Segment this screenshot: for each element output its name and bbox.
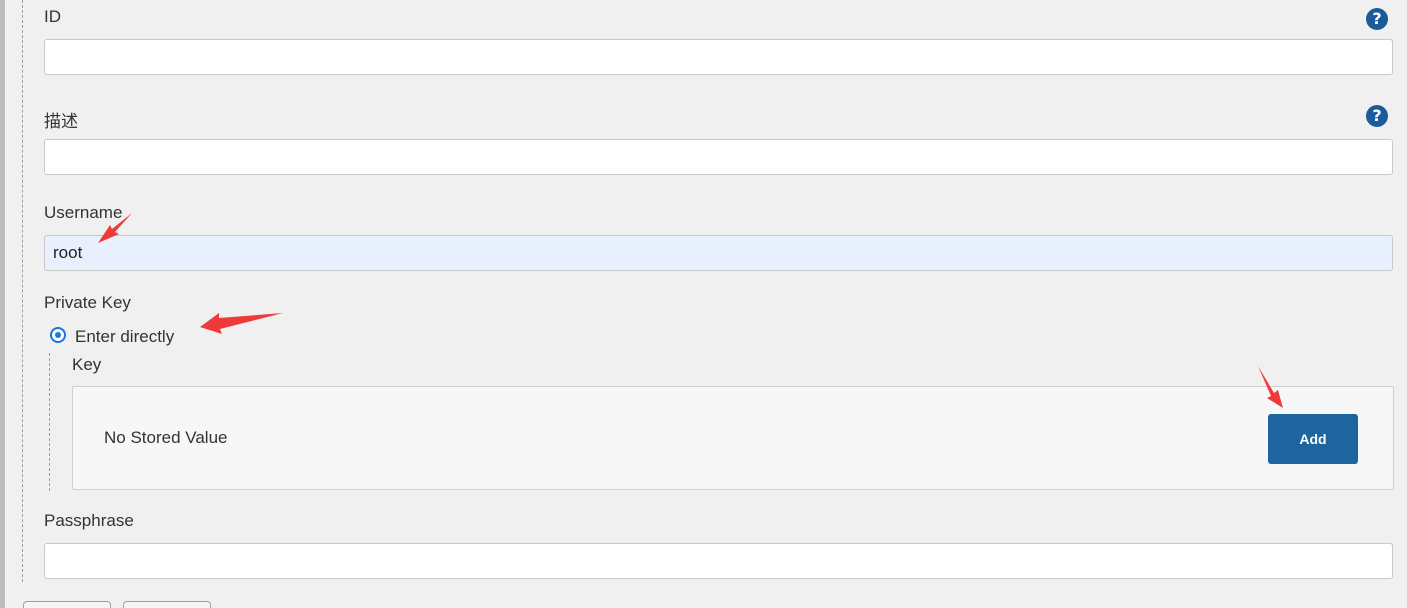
username-input[interactable] — [44, 235, 1393, 271]
description-input[interactable] — [44, 139, 1393, 175]
bottom-button-1[interactable] — [23, 601, 111, 608]
private-key-label: Private Key — [44, 293, 131, 312]
id-help-icon[interactable]: ? — [1366, 8, 1388, 30]
key-guide-line — [49, 353, 50, 491]
section-guide-line — [22, 0, 23, 582]
description-label: 描述 — [44, 112, 78, 131]
key-panel: No Stored Value Add — [72, 386, 1394, 490]
radio-selected-dot — [55, 332, 61, 338]
left-border — [0, 0, 5, 608]
red-arrow-icon — [200, 313, 283, 334]
enter-directly-radio[interactable] — [50, 327, 66, 343]
annotation-layer — [98, 213, 1283, 408]
id-label: ID — [44, 7, 61, 26]
credentials-form-page: ID ? 描述 ? Username Private Key Enter dir… — [0, 0, 1407, 608]
username-label: Username — [44, 203, 123, 222]
bottom-button-2[interactable] — [123, 601, 211, 608]
enter-directly-label[interactable]: Enter directly — [75, 327, 174, 347]
key-label: Key — [72, 355, 102, 374]
passphrase-label: Passphrase — [44, 511, 134, 530]
passphrase-input[interactable] — [44, 543, 1393, 579]
add-key-button[interactable]: Add — [1268, 414, 1358, 464]
no-stored-value-text: No Stored Value — [104, 428, 228, 447]
description-help-icon[interactable]: ? — [1366, 105, 1388, 127]
id-input[interactable] — [44, 39, 1393, 75]
